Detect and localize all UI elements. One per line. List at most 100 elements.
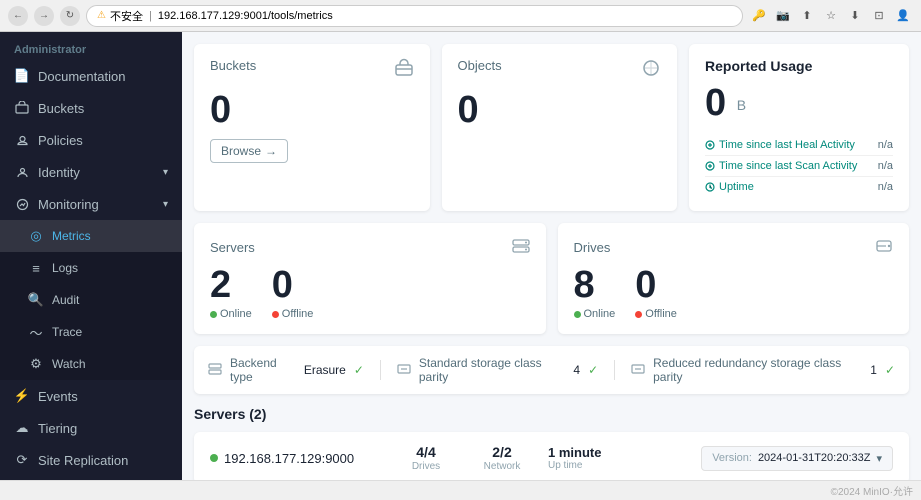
sidebar-item-watch[interactable]: ⚙ Watch [0, 348, 182, 380]
window-button[interactable]: ⊡ [869, 6, 889, 26]
servers-online-group: 2 Online [210, 266, 252, 320]
servers-online-status: Online [210, 308, 252, 320]
browse-arrow-icon: → [265, 144, 277, 158]
app-container: Administrator 📄 Documentation Buckets Po… [0, 32, 921, 480]
servers-card-values: 2 Online 0 Offline [210, 266, 530, 320]
sidebar-item-site-replication[interactable]: ⟳ Site Replication [0, 444, 182, 476]
sidebar-item-trace[interactable]: 〜 Trace [0, 316, 182, 348]
download-button[interactable]: ⬇ [845, 6, 865, 26]
url-bar[interactable]: ⚠ 不安全 | 192.168.177.129:9001/tools/metri… [86, 5, 743, 27]
trace-icon: 〜 [28, 324, 44, 340]
reported-usage-value: 0 B [705, 82, 893, 125]
sidebar-item-label-tiering: Tiering [38, 421, 77, 436]
backend-type-label: Backend type [230, 356, 296, 384]
servers-card-header: Servers [210, 237, 530, 258]
url-text: 192.168.177.129:9001/tools/metrics [158, 10, 333, 22]
objects-card: Objects 0 [442, 44, 678, 211]
servers-online-label: Online [220, 308, 252, 320]
buckets-card-header: Buckets [210, 58, 414, 83]
offline-dot [272, 311, 279, 318]
watch-icon: ⚙ [28, 356, 44, 372]
server-1-drives-label: Drives [412, 461, 440, 472]
drives-card: Drives 8 Online 0 [558, 223, 910, 334]
buckets-value: 0 [210, 91, 414, 129]
browse-button[interactable]: Browse → [210, 139, 288, 163]
objects-card-header: Objects [458, 58, 662, 83]
reported-heal-value: n/a [878, 139, 893, 151]
share-button[interactable]: ⬆ [797, 6, 817, 26]
reported-scan-label: Time since last Scan Activity [705, 160, 857, 172]
drives-card-values: 8 Online 0 Offline [574, 266, 894, 320]
identity-arrow-icon: ▾ [163, 167, 168, 178]
sidebar-item-label-buckets: Buckets [38, 101, 84, 116]
sidebar-item-label-watch: Watch [52, 357, 86, 371]
sidebar-item-label-trace: Trace [52, 325, 82, 339]
bookmark-button[interactable]: ☆ [821, 6, 841, 26]
server-1-uptime-label: Up time [548, 460, 618, 471]
events-icon: ⚡ [14, 388, 30, 404]
servers-card: Servers 2 Online 0 [194, 223, 546, 334]
buckets-card-icon [394, 58, 414, 83]
standard-storage-item: Standard storage class parity 4 ✓ [397, 356, 598, 384]
backend-type-check-icon: ✓ [354, 363, 364, 377]
sidebar-item-label-metrics: Metrics [52, 229, 91, 243]
sidebar-item-buckets[interactable]: Buckets [0, 92, 182, 124]
backend-type-icon [208, 362, 222, 379]
sidebar-item-label-audit: Audit [52, 293, 79, 307]
sidebar-item-monitoring[interactable]: Monitoring ▾ [0, 188, 182, 220]
url-warning-text: 不安全 [110, 8, 143, 24]
standard-storage-label: Standard storage class parity [419, 356, 566, 384]
forward-button[interactable]: → [34, 6, 54, 26]
reported-uptime-value: n/a [878, 181, 893, 193]
browse-label: Browse [221, 144, 261, 158]
sidebar: Administrator 📄 Documentation Buckets Po… [0, 32, 182, 480]
sidebar-item-events[interactable]: ⚡ Events [0, 380, 182, 412]
sidebar-item-label-documentation: Documentation [38, 69, 125, 84]
server-1-drives-val: 4/4 [416, 444, 435, 460]
back-button[interactable]: ← [8, 6, 28, 26]
servers-drives-row: Servers 2 Online 0 [194, 223, 909, 334]
audit-icon: 🔍 [28, 292, 44, 308]
top-cards-row: Buckets 0 Browse → Objects [194, 44, 909, 211]
drives-online-status: Online [574, 308, 616, 320]
server-1-network-val: 2/2 [492, 444, 511, 460]
sidebar-item-logs[interactable]: ≡ Logs [0, 252, 182, 284]
server-1-version[interactable]: Version: 2024-01-31T20:20:33Z ▾ [701, 446, 893, 471]
sidebar-item-metrics[interactable]: ◎ Metrics [0, 220, 182, 252]
server-1-network: 2/2 Network [472, 444, 532, 472]
refresh-button[interactable]: ↻ [60, 6, 80, 26]
server-row-1: 192.168.177.129:9000 4/4 Drives 2/2 Netw… [194, 432, 909, 480]
drives-card-icon [875, 237, 893, 258]
backend-separator-1 [380, 360, 381, 380]
reduced-storage-icon [631, 362, 645, 379]
sidebar-item-audit[interactable]: 🔍 Audit [0, 284, 182, 316]
sidebar-item-tiering[interactable]: ☁ Tiering [0, 412, 182, 444]
sidebar-item-policies[interactable]: Policies [0, 124, 182, 156]
sidebar-item-identity[interactable]: Identity ▾ [0, 156, 182, 188]
main-content: Buckets 0 Browse → Objects [182, 32, 921, 480]
profile-button[interactable]: 👤 [893, 6, 913, 26]
objects-card-icon [641, 58, 661, 83]
key-button[interactable]: 🔑 [749, 6, 769, 26]
monitoring-submenu: ◎ Metrics ≡ Logs 🔍 Audit 〜 Trace ⚙ Watch [0, 220, 182, 380]
reported-usage-card: Reported Usage 0 B Time since last Heal … [689, 44, 909, 211]
drives-offline-label: Offline [645, 308, 677, 320]
screenshot-button[interactable]: 📷 [773, 6, 793, 26]
drives-online-value: 8 [574, 266, 616, 304]
drives-offline-group: 0 Offline [635, 266, 677, 320]
server-1-name: 192.168.177.129:9000 [210, 451, 380, 466]
identity-icon [14, 164, 30, 180]
backend-type-value: Erasure [304, 363, 346, 377]
sidebar-item-label-events: Events [38, 389, 78, 404]
drives-card-header: Drives [574, 237, 894, 258]
sidebar-item-label-monitoring: Monitoring [38, 197, 99, 212]
buckets-card-title: Buckets [210, 58, 256, 73]
backend-row: Backend type Erasure ✓ Standard storage … [194, 346, 909, 394]
sidebar-item-label-identity: Identity [38, 165, 80, 180]
servers-list-title: Servers (2) [194, 406, 909, 422]
servers-offline-value: 0 [272, 266, 314, 304]
sidebar-item-documentation[interactable]: 📄 Documentation [0, 60, 182, 92]
sidebar-item-label-policies: Policies [38, 133, 83, 148]
security-warning-icon: ⚠ [97, 10, 106, 21]
server-1-uptime: 1 minute Up time [548, 445, 618, 471]
